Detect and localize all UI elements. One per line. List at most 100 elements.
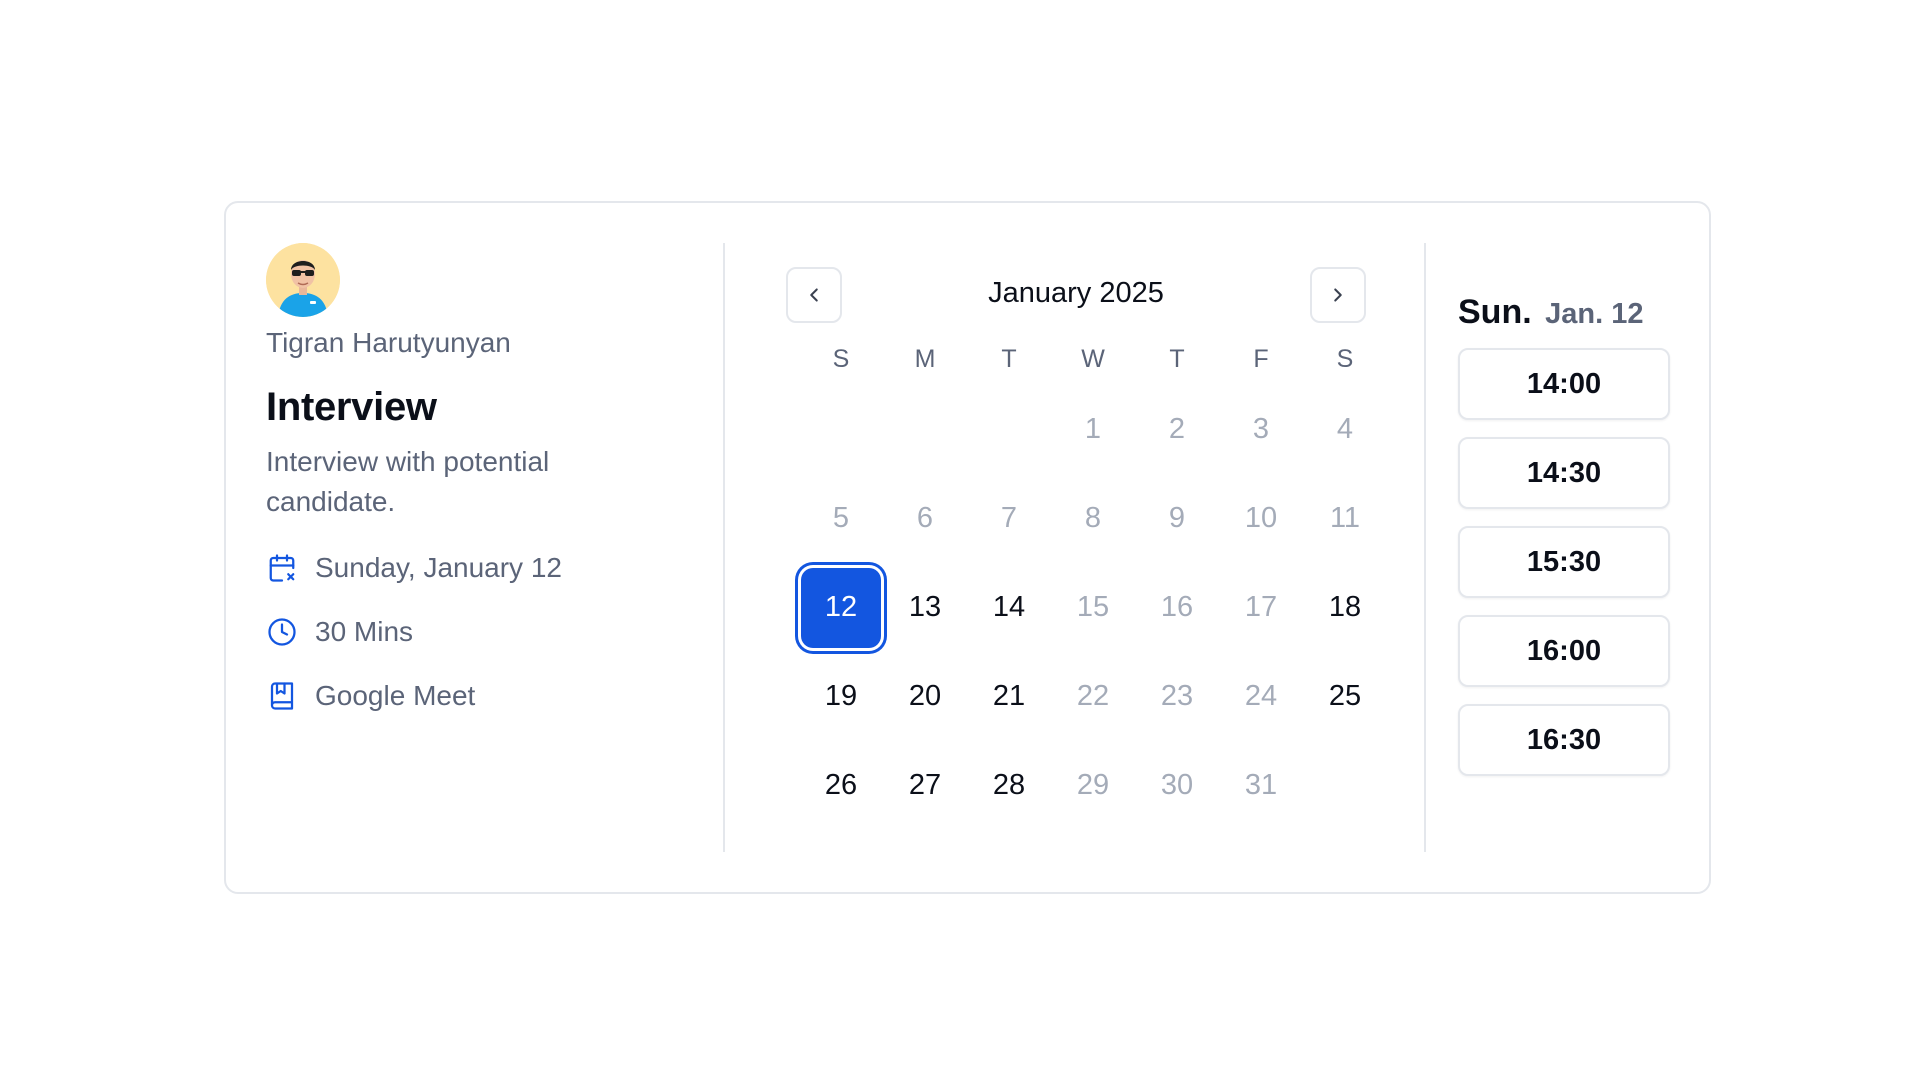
weekday-label: M [914, 345, 936, 373]
calendar-day: 8 [1051, 474, 1135, 563]
weekday-header: SMTWTFS [799, 339, 1366, 379]
calendar-day: 29 [1051, 741, 1135, 830]
day-number: 21 [992, 680, 1026, 712]
weekday-label: T [1169, 345, 1185, 373]
calendar-day: 17 [1219, 563, 1303, 652]
calendar-day[interactable]: 14 [967, 563, 1051, 652]
calendar-day[interactable]: 25 [1303, 652, 1387, 741]
calendar-day: 16 [1135, 563, 1219, 652]
calendar-day: 7 [967, 474, 1051, 563]
event-location: Google Meet [315, 680, 476, 711]
day-number: 11 [1329, 502, 1361, 534]
event-details: Sunday, January 12 30 Mins Google Meet [266, 550, 686, 714]
selected-day-label: Sun. [1458, 293, 1532, 331]
day-number: 10 [1244, 502, 1278, 534]
book-bookmark-icon [266, 680, 298, 712]
event-duration: 30 Mins [315, 616, 414, 647]
month-label: January 2025 [988, 277, 1164, 309]
avatar [266, 243, 340, 317]
day-number: 20 [908, 680, 942, 712]
day-number: 31 [1244, 769, 1278, 801]
event-date: Sunday, January 12 [315, 552, 562, 583]
day-number: 2 [1168, 413, 1186, 445]
weekday-label: T [1001, 345, 1017, 373]
calendar-day: 1 [1051, 385, 1135, 474]
weekday-label: W [1081, 345, 1105, 373]
day-number: 28 [992, 769, 1026, 801]
next-month-button[interactable] [1310, 267, 1366, 323]
day-number: 23 [1160, 680, 1194, 712]
calendar-header: January 2025 [786, 267, 1366, 323]
event-date-row: Sunday, January 12 [266, 550, 686, 586]
calendar-day: 2 [1135, 385, 1219, 474]
event-info-panel: Tigran Harutyunyan Interview Interview w… [266, 243, 686, 742]
day-number: 15 [1076, 591, 1110, 623]
day-grid: 1 2 3 4 5 6 7 8 9 10 11 12 13 14 15 16 17 18 19 20 21 22 23 24 2… [799, 385, 1366, 830]
calendar-day: 22 [1051, 652, 1135, 741]
day-number: 19 [824, 680, 858, 712]
day-number: 14 [992, 591, 1026, 623]
day-number: 16 [1160, 591, 1194, 623]
time-slot-button[interactable]: 15:30 [1458, 526, 1670, 598]
time-slots-panel: Sun. Jan. 12 14:00 14:30 15:30 16:00 16:30 [1458, 293, 1672, 793]
calendar-day: 30 [1135, 741, 1219, 830]
day-number: 24 [1244, 680, 1278, 712]
time-slot-button[interactable]: 16:30 [1458, 704, 1670, 776]
time-slot-button[interactable]: 16:00 [1458, 615, 1670, 687]
clock-icon [266, 616, 298, 648]
calendar-day: 3 [1219, 385, 1303, 474]
calendar-day: 24 [1219, 652, 1303, 741]
selected-date-label: Jan. 12 [1545, 298, 1644, 330]
calendar: January 2025 SMTWTFS 1 2 3 4 5 6 7 8 9 10 11 12 13 14… [786, 267, 1366, 830]
calendar-day[interactable]: 26 [799, 741, 883, 830]
day-number: 6 [916, 502, 934, 534]
day-number: 27 [908, 769, 942, 801]
calendar-day: 23 [1135, 652, 1219, 741]
selected-day[interactable]: 12 [799, 563, 883, 652]
time-slot-button[interactable]: 14:30 [1458, 437, 1670, 509]
selected-date-heading: Sun. Jan. 12 [1458, 293, 1672, 332]
calendar-day: 6 [883, 474, 967, 563]
day-number: 26 [824, 769, 858, 801]
calendar-day[interactable]: 13 [883, 563, 967, 652]
calendar-day: 11 [1303, 474, 1387, 563]
weekday-label: S [1336, 345, 1354, 373]
event-location-row: Google Meet [266, 678, 686, 714]
day-number: 1 [1084, 413, 1102, 445]
day-number: 17 [1244, 591, 1278, 623]
calendar-day: 5 [799, 474, 883, 563]
calendar-day: 15 [1051, 563, 1135, 652]
day-number: 12 [801, 567, 881, 648]
calendar-day: 4 [1303, 385, 1387, 474]
day-number: 9 [1168, 502, 1186, 534]
calendar-day[interactable]: 27 [883, 741, 967, 830]
day-number: 29 [1076, 769, 1110, 801]
calendar-day[interactable]: 18 [1303, 563, 1387, 652]
host-name: Tigran Harutyunyan [266, 327, 511, 358]
time-slot-button[interactable]: 14:00 [1458, 348, 1670, 420]
day-number: 7 [1000, 502, 1018, 534]
day-number: 5 [832, 502, 850, 534]
event-description: Interview with potential candidate. [266, 446, 550, 517]
day-number: 4 [1336, 413, 1354, 445]
calendar-day: 31 [1219, 741, 1303, 830]
chevron-right-icon [1334, 288, 1342, 302]
divider [1424, 243, 1426, 852]
calendar-day[interactable]: 28 [967, 741, 1051, 830]
day-number: 8 [1084, 502, 1102, 534]
day-number: 13 [908, 591, 942, 623]
event-duration-row: 30 Mins [266, 614, 686, 650]
weekday-label: S [832, 345, 850, 373]
time-slot-list: 14:00 14:30 15:30 16:00 16:30 [1458, 348, 1672, 776]
day-number: 25 [1328, 680, 1362, 712]
day-number: 18 [1328, 591, 1362, 623]
calendar-day[interactable]: 20 [883, 652, 967, 741]
calendar-x-icon [266, 552, 298, 584]
avatar-illustration [266, 243, 340, 317]
event-title: Interview [266, 385, 437, 429]
calendar-day[interactable]: 19 [799, 652, 883, 741]
calendar-day[interactable]: 21 [967, 652, 1051, 741]
calendar-day: 9 [1135, 474, 1219, 563]
day-number: 22 [1076, 680, 1110, 712]
weekday-label: F [1253, 345, 1269, 373]
